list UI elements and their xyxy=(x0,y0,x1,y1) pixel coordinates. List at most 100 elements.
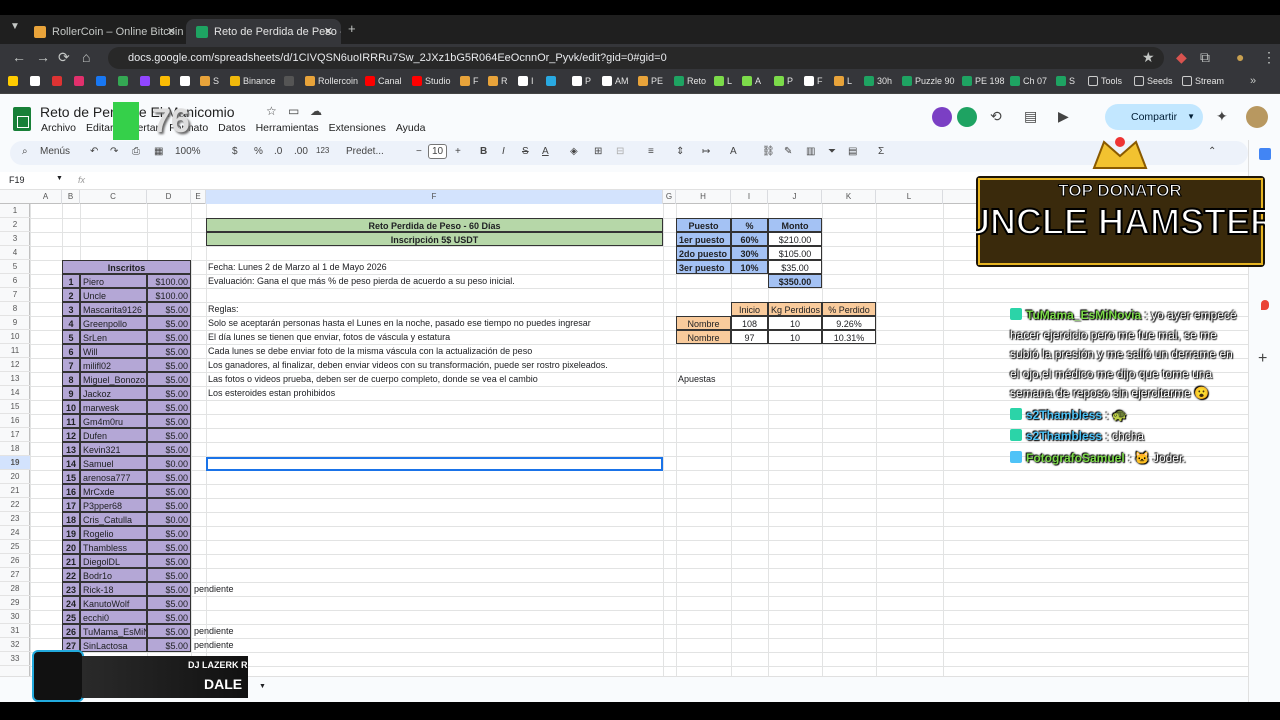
row-header[interactable]: 33 xyxy=(0,652,30,666)
weight-header[interactable]: Inicio xyxy=(731,302,768,316)
apuestas-label[interactable]: Apuestas xyxy=(676,372,736,386)
inscrito-name[interactable]: P3pper68 xyxy=(80,498,147,512)
bookmark-binance[interactable]: Binance xyxy=(230,76,276,86)
selected-cell-f19[interactable] xyxy=(206,457,663,471)
row-header[interactable]: 4 xyxy=(0,246,30,260)
inscrito-amount[interactable]: $5.00 xyxy=(147,540,191,554)
decrease-decimal-button[interactable]: .0 xyxy=(274,146,282,157)
inscrito-name[interactable]: Greenpollo xyxy=(80,316,147,330)
inscrito-amount[interactable]: $5.00 xyxy=(147,610,191,624)
more-formats-button[interactable]: 123 xyxy=(316,146,329,155)
inscrito-amount[interactable]: $5.00 xyxy=(147,330,191,344)
gemini-icon[interactable]: ✦ xyxy=(1216,108,1236,128)
inscrito-name[interactable]: Samuel xyxy=(80,456,147,470)
extensions-puzzle-icon[interactable]: ⧉ xyxy=(1200,49,1210,66)
inscrito-name[interactable]: KanutoWolf xyxy=(80,596,147,610)
row-header[interactable]: 13 xyxy=(0,372,30,386)
tab-sheet[interactable]: Reto de Perdida de Peso - El M ✕ xyxy=(186,19,341,44)
info-line[interactable]: Evaluación: Gana el que más % de peso pi… xyxy=(206,274,663,288)
inscrito-amount[interactable]: $5.00 xyxy=(147,582,191,596)
text-rotation-icon[interactable]: A xyxy=(730,146,737,157)
column-header[interactable]: I xyxy=(731,190,768,204)
bookmark-item[interactable]: L xyxy=(714,76,732,86)
row-header[interactable]: 30 xyxy=(0,610,30,624)
row-header[interactable]: 16 xyxy=(0,414,30,428)
bookmark-item[interactable]: PE xyxy=(638,76,663,86)
bookmark-item[interactable]: F xyxy=(460,76,479,86)
row-header[interactable]: 7 xyxy=(0,288,30,302)
weight-pct[interactable]: 9.26% xyxy=(822,316,876,330)
bookmark-item[interactable]: AM xyxy=(602,76,629,86)
bookmark-item[interactable] xyxy=(180,76,193,86)
row-header[interactable]: 23 xyxy=(0,512,30,526)
inscrito-note[interactable]: pendiente xyxy=(192,624,252,638)
percent-button[interactable]: % xyxy=(254,146,263,157)
font-size-decrease-icon[interactable]: − xyxy=(416,146,422,157)
inscrito-number[interactable]: 19 xyxy=(62,526,80,540)
inscrito-number[interactable]: 15 xyxy=(62,470,80,484)
profile-icon[interactable]: ● xyxy=(1236,49,1244,65)
menu-archivo[interactable]: Archivo xyxy=(41,122,76,134)
row-header[interactable]: 29 xyxy=(0,596,30,610)
prize-rank[interactable]: 3er puesto xyxy=(676,260,731,274)
inscrito-number[interactable]: 4 xyxy=(62,316,80,330)
row-header[interactable]: 20 xyxy=(0,470,30,484)
column-header[interactable]: B xyxy=(62,190,80,204)
bookmark-star-icon[interactable]: ★ xyxy=(1142,49,1155,66)
weight-start[interactable]: 97 xyxy=(731,330,768,344)
inscrito-name[interactable]: Dufen xyxy=(80,428,147,442)
column-header[interactable]: H xyxy=(676,190,731,204)
extension-icon[interactable]: ◆ xyxy=(1176,49,1187,66)
info-line[interactable]: Los ganadores, al finalizar, deben envia… xyxy=(206,358,663,372)
sheet-tab-dropdown-icon[interactable]: ▼ xyxy=(259,683,266,690)
inscrito-amount[interactable]: $5.00 xyxy=(147,302,191,316)
prize-header[interactable]: Monto xyxy=(768,218,822,232)
inscrito-number[interactable]: 26 xyxy=(62,624,80,638)
inscrito-amount[interactable]: $0.00 xyxy=(147,512,191,526)
prize-header[interactable]: Puesto xyxy=(676,218,731,232)
row-header[interactable]: 9 xyxy=(0,316,30,330)
bookmark-item[interactable]: L xyxy=(834,76,852,86)
currency-button[interactable]: $ xyxy=(232,146,238,157)
bookmark-folder-stream[interactable]: Stream xyxy=(1182,76,1224,86)
info-line[interactable]: El día lunes se tienen que enviar, fotos… xyxy=(206,330,663,344)
zoom-select[interactable]: 100% xyxy=(175,146,201,157)
prize-header[interactable]: % xyxy=(731,218,768,232)
prize-amount[interactable]: $210.00 xyxy=(768,232,822,246)
bookmark-item[interactable] xyxy=(140,76,153,86)
inscrito-amount[interactable]: $5.00 xyxy=(147,442,191,456)
column-header[interactable]: L xyxy=(876,190,943,204)
inscrito-name[interactable]: Uncle xyxy=(80,288,147,302)
info-line[interactable]: Solo se aceptarán personas hasta el Lune… xyxy=(206,316,663,330)
inscrito-amount[interactable]: $5.00 xyxy=(147,596,191,610)
bookmark-item[interactable]: I xyxy=(518,76,534,86)
inscrito-number[interactable]: 23 xyxy=(62,582,80,596)
inscrito-number[interactable]: 24 xyxy=(62,596,80,610)
filter-icon[interactable]: ⏷ xyxy=(828,146,836,157)
move-folder-icon[interactable]: ▭ xyxy=(288,104,308,124)
prize-rank[interactable]: 1er puesto xyxy=(676,232,731,246)
column-header[interactable]: C xyxy=(80,190,147,204)
inscrito-name[interactable]: SrLen xyxy=(80,330,147,344)
bookmark-item[interactable] xyxy=(96,76,109,86)
add-addon-icon[interactable]: + xyxy=(1258,350,1267,368)
avatar[interactable] xyxy=(1246,106,1268,128)
comments-icon[interactable]: ▤ xyxy=(1024,108,1044,128)
info-line[interactable]: Las fotos o videos prueba, deben ser de … xyxy=(206,372,663,386)
inscrito-amount[interactable]: $5.00 xyxy=(147,358,191,372)
bookmark-item[interactable]: P xyxy=(572,76,591,86)
inscrito-name[interactable]: ecchi0 xyxy=(80,610,147,624)
inscrito-name[interactable]: Will xyxy=(80,344,147,358)
prize-total[interactable]: $350.00 xyxy=(768,274,822,288)
inscrito-number[interactable]: 25 xyxy=(62,610,80,624)
inscrito-amount[interactable]: $5.00 xyxy=(147,316,191,330)
inscrito-number[interactable]: 21 xyxy=(62,554,80,568)
tab-search-icon[interactable]: ▼ xyxy=(10,21,20,32)
bookmark-item[interactable] xyxy=(8,76,21,86)
column-header[interactable]: G xyxy=(663,190,676,204)
bookmark-item[interactable] xyxy=(30,76,43,86)
increase-decimal-button[interactable]: .00 xyxy=(294,146,308,157)
borders-icon[interactable]: ⊞ xyxy=(594,146,602,157)
column-header[interactable]: K xyxy=(822,190,876,204)
inscrito-name[interactable]: MrCxde xyxy=(80,484,147,498)
